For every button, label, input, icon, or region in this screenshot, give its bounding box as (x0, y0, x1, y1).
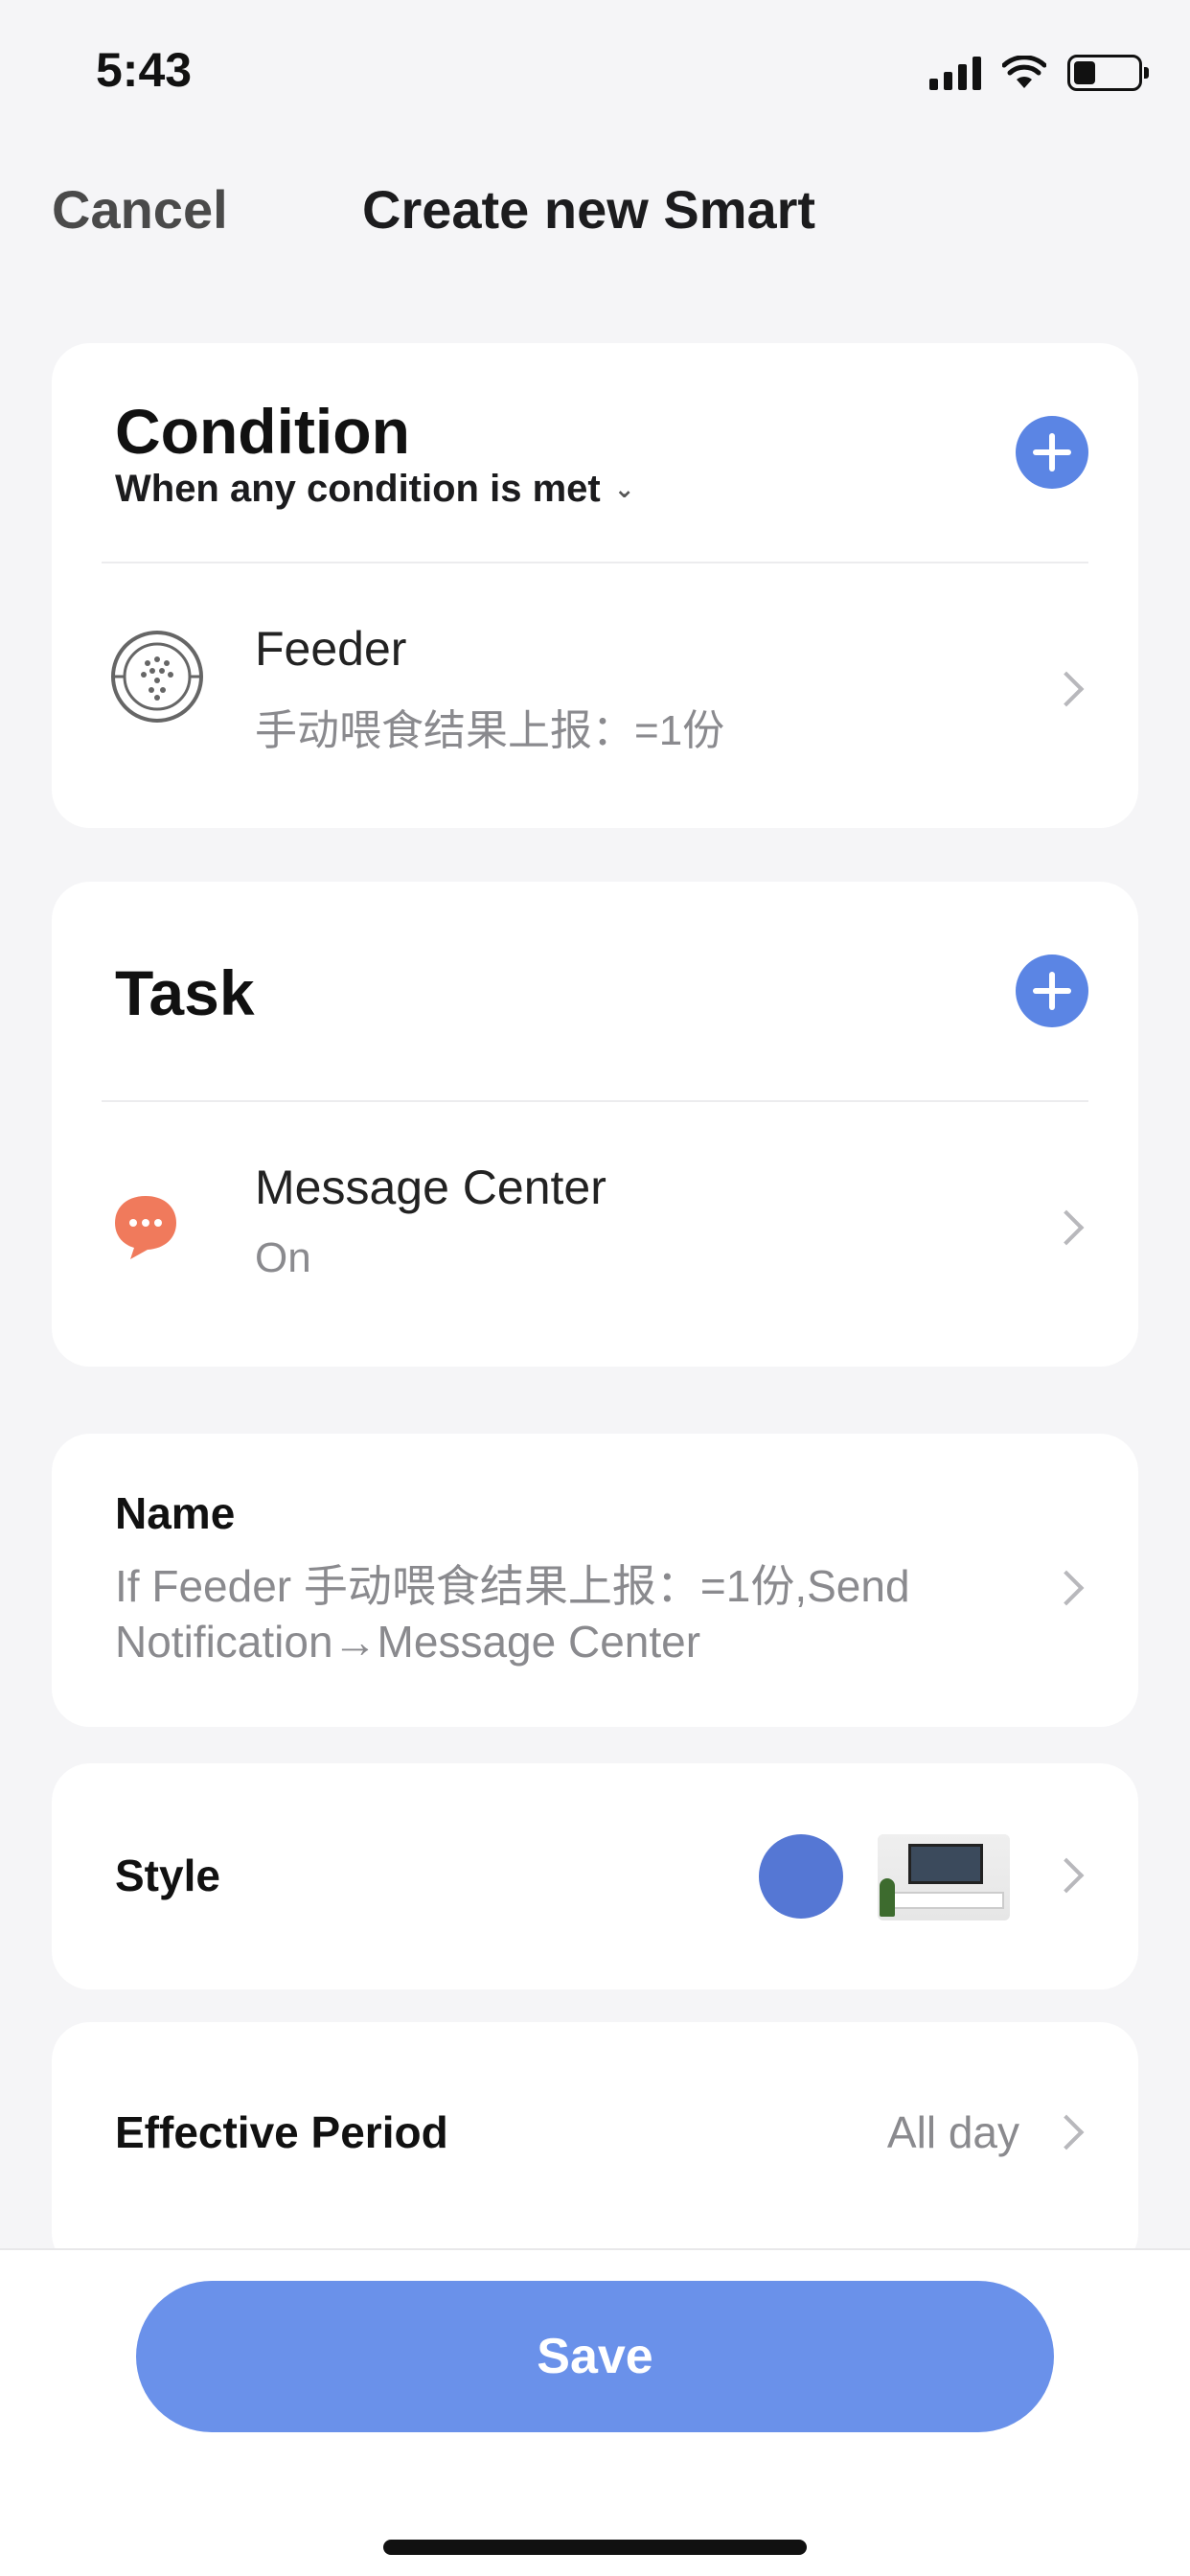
task-item-message-center[interactable]: Message Center On (52, 1112, 1138, 1351)
chevron-right-icon (1048, 1570, 1085, 1606)
cancel-button[interactable]: Cancel (52, 178, 228, 241)
style-label: Style (115, 1851, 220, 1900)
effective-period-label: Effective Period (115, 2107, 448, 2157)
home-indicator (383, 2540, 807, 2555)
condition-item-title: Feeder (255, 622, 407, 676)
footer: Save (0, 2248, 1190, 2576)
status-time: 5:43 (96, 43, 193, 97)
task-item-subtitle: On (255, 1234, 311, 1281)
nav-bar: Cancel Create new Smart (0, 163, 1190, 259)
divider (102, 1100, 1088, 1102)
cellular-signal-icon (929, 56, 981, 90)
effective-period-row[interactable]: Effective Period All day (52, 2022, 1138, 2271)
task-item-title: Message Center (255, 1161, 606, 1214)
add-condition-button[interactable] (1016, 416, 1088, 489)
wifi-icon (1002, 56, 1046, 88)
effective-period-value: All day (886, 2107, 1019, 2157)
save-button[interactable]: Save (136, 2281, 1054, 2432)
chevron-down-icon: ⌄ (613, 474, 635, 503)
condition-item-feeder[interactable]: Feeder 手动喂食结果上报：=1份 (52, 573, 1138, 813)
chevron-right-icon (1048, 671, 1085, 707)
message-icon (109, 1190, 182, 1268)
style-color-swatch[interactable] (759, 1834, 843, 1919)
status-bar: 5:43 (0, 0, 1190, 144)
name-label: Name (115, 1488, 236, 1538)
task-card: Task Message Center On (52, 882, 1138, 1367)
divider (102, 562, 1088, 564)
chevron-right-icon (1048, 1209, 1085, 1246)
chevron-right-icon (1048, 2114, 1085, 2150)
condition-mode-label: When any condition is met (115, 468, 601, 510)
condition-mode-selector[interactable]: When any condition is met ⌄ (115, 468, 635, 511)
status-icons (929, 52, 1149, 94)
page-title: Create new Smart (362, 179, 816, 240)
battery-icon (1067, 55, 1149, 91)
feeder-icon (109, 629, 205, 729)
add-task-button[interactable] (1016, 954, 1088, 1027)
style-row[interactable]: Style (52, 1763, 1138, 1990)
task-title: Task (115, 957, 255, 1028)
style-background-thumbnail[interactable] (878, 1834, 1010, 1920)
condition-item-subtitle: 手动喂食结果上报：=1份 (255, 707, 725, 754)
name-row[interactable]: Name If Feeder 手动喂食结果上报：=1份,Send Notific… (52, 1434, 1138, 1727)
condition-title: Condition (115, 396, 410, 467)
name-value: If Feeder 手动喂食结果上报：=1份,Send Notification… (115, 1561, 910, 1667)
chevron-right-icon (1048, 1857, 1085, 1894)
condition-card: Condition When any condition is met ⌄ Fe… (52, 343, 1138, 828)
